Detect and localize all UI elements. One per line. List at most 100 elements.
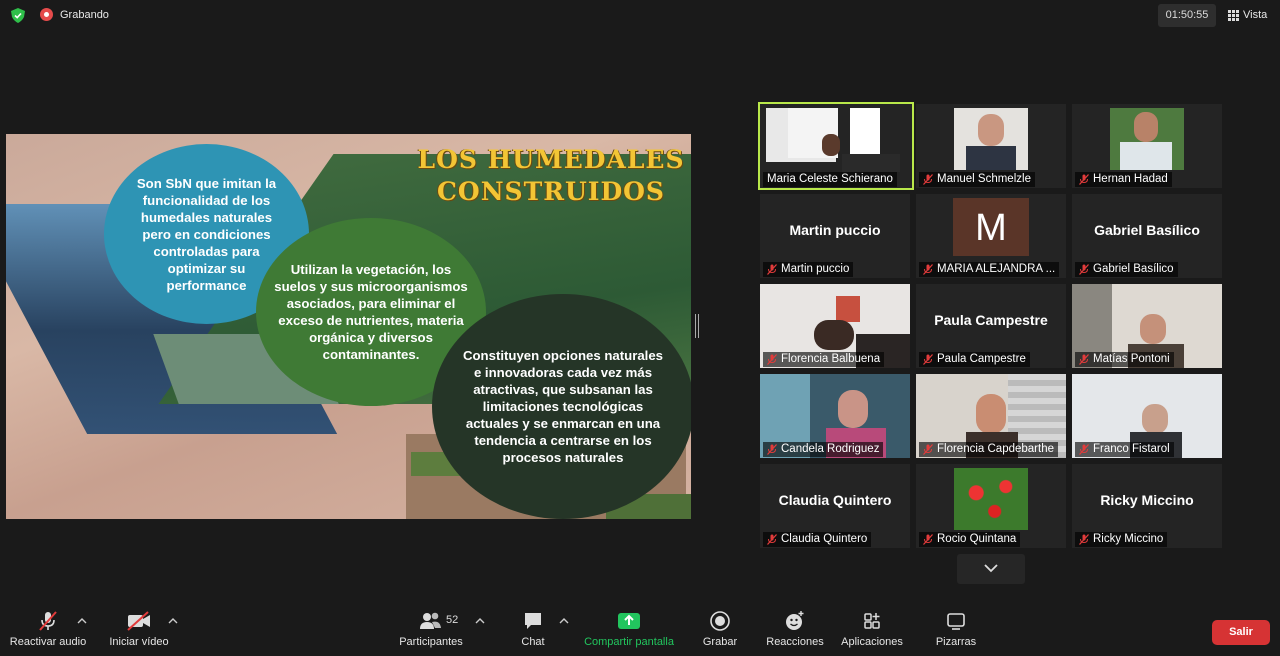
view-label: Vista [1243, 9, 1268, 21]
microphone-muted-icon [923, 174, 933, 185]
participant-name-label: Hernan Hadad [1075, 172, 1172, 187]
unmute-button[interactable]: Reactivar audio [8, 610, 88, 648]
participant-tile[interactable]: Franco Fistarol [1072, 374, 1222, 458]
microphone-muted-icon [923, 534, 933, 545]
participant-tile[interactable]: Gabriel Basílico Gabriel Basílico [1072, 194, 1222, 278]
participant-tile[interactable]: Martin puccio Martin puccio [760, 194, 910, 278]
participant-name-label: Manuel Schmelzle [919, 172, 1035, 187]
chevron-down-icon [984, 564, 998, 573]
participant-tile[interactable]: Claudia Quintero Claudia Quintero [760, 464, 910, 548]
reactions-button[interactable]: Reacciones [763, 610, 827, 648]
participant-name-label: Franco Fistarol [1075, 442, 1174, 457]
participant-name: MARIA ALEJANDRA ... [937, 263, 1056, 275]
chevron-up-icon[interactable] [475, 616, 485, 626]
record-button[interactable]: Grabar [698, 610, 742, 648]
slide-title-line2: CONSTRUIDOS [437, 177, 665, 206]
participant-display-name: Martin puccio [789, 222, 881, 238]
participant-tile[interactable]: Florencia Capdebarthe [916, 374, 1066, 458]
participant-display-name: Gabriel Basílico [1094, 222, 1200, 238]
shared-screen-slide: LOS HUMEDALES CONSTRUIDOS Son SbN que im… [6, 134, 691, 519]
chevron-up-icon[interactable] [77, 616, 87, 626]
participant-name-label: Florencia Capdebarthe [919, 442, 1058, 457]
whiteboards-label: Pizarras [935, 636, 977, 648]
participant-name: Florencia Balbuena [781, 353, 881, 365]
microphone-muted-icon [1079, 174, 1089, 185]
whiteboards-button[interactable]: Pizarras [930, 610, 982, 648]
record-label: Grabar [702, 636, 738, 648]
slide-circle-dark: Constituyen opciones naturales e innovad… [432, 294, 691, 519]
record-dot-icon [40, 8, 53, 21]
participant-tile[interactable]: Manuel Schmelzle [916, 104, 1066, 188]
participants-label: Participantes [399, 636, 463, 648]
participant-display-name: Paula Campestre [934, 312, 1048, 328]
apps-button[interactable]: Aplicaciones [838, 610, 906, 648]
apps-icon [864, 613, 880, 629]
participant-name-label: Ricky Miccino [1075, 532, 1168, 547]
recording-indicator[interactable]: Grabando [40, 8, 109, 21]
microphone-muted-icon [767, 264, 777, 275]
microphone-muted-icon [767, 534, 777, 545]
participant-name: Martin puccio [781, 263, 850, 275]
participant-tile[interactable]: Candela Rodriguez [760, 374, 910, 458]
participant-display-name: Ricky Miccino [1100, 492, 1194, 508]
camera-off-icon [127, 611, 150, 631]
participant-name-label: MARIA ALEJANDRA ... [919, 262, 1060, 277]
shield-icon[interactable] [11, 8, 25, 23]
record-icon [710, 611, 730, 631]
participant-tile[interactable]: Florencia Balbuena [760, 284, 910, 368]
chat-button[interactable]: Chat [508, 610, 558, 648]
participant-name: Rocio Quintana [937, 533, 1017, 545]
apps-label: Aplicaciones [841, 636, 903, 648]
share-screen-icon [618, 613, 640, 629]
participant-tile[interactable]: Maria Celeste Schierano [758, 102, 914, 190]
participant-display-name: Claudia Quintero [778, 492, 892, 508]
microphone-muted-icon [1079, 534, 1089, 545]
chevron-up-icon[interactable] [559, 616, 569, 626]
participant-name-label: Maria Celeste Schierano [763, 172, 897, 187]
participant-name: Candela Rodriguez [781, 443, 880, 455]
slide-circle-text: Constituyen opciones naturales e innovad… [462, 348, 664, 465]
participant-name-label: Claudia Quintero [763, 532, 872, 547]
microphone-muted-icon [923, 444, 933, 455]
participant-name: Matías Pontoni [1093, 353, 1170, 365]
participant-tile[interactable]: M MARIA ALEJANDRA ... [916, 194, 1066, 278]
participant-tile[interactable]: Rocio Quintana [916, 464, 1066, 548]
share-screen-label: Compartir pantalla [584, 636, 674, 648]
participant-tile[interactable]: Paula Campestre Paula Campestre [916, 284, 1066, 368]
chat-label: Chat [521, 636, 545, 648]
slide-circle-text: Utilizan la vegetación, los suelos y sus… [274, 262, 468, 362]
participant-name-label: Candela Rodriguez [763, 442, 884, 457]
chevron-up-icon[interactable] [168, 616, 178, 626]
participant-name-label: Gabriel Basílico [1075, 262, 1178, 277]
grid-view-icon [1228, 9, 1239, 21]
participant-tile[interactable]: Hernan Hadad [1072, 104, 1222, 188]
microphone-muted-icon [1079, 444, 1089, 455]
participants-count: 52 [446, 614, 459, 626]
reactions-label: Reacciones [766, 636, 824, 648]
gallery-expand-button[interactable] [957, 554, 1025, 584]
view-button[interactable]: Vista [1228, 9, 1267, 21]
microphone-muted-icon [39, 611, 57, 631]
participant-name: Florencia Capdebarthe [937, 443, 1054, 455]
leave-button[interactable]: Salir [1212, 620, 1270, 645]
microphone-muted-icon [1079, 354, 1089, 365]
microphone-muted-icon [767, 444, 777, 455]
slide-title-line1: LOS HUMEDALES [417, 145, 685, 174]
smiley-icon [786, 611, 804, 630]
participant-tile[interactable]: Ricky Miccino Ricky Miccino [1072, 464, 1222, 548]
microphone-muted-icon [767, 354, 777, 365]
participant-name: Paula Campestre [937, 353, 1026, 365]
slide-circle-text: Son SbN que imitan la funcionalidad de l… [136, 175, 277, 293]
participant-name-label: Matías Pontoni [1075, 352, 1174, 367]
participant-name: Gabriel Basílico [1093, 263, 1174, 275]
participant-name: Manuel Schmelzle [937, 173, 1031, 185]
participant-name-label: Martin puccio [763, 262, 854, 277]
start-video-button[interactable]: Iniciar vídeo [104, 610, 174, 648]
share-screen-button[interactable]: Compartir pantalla [580, 610, 678, 648]
avatar: M [953, 198, 1029, 256]
whiteboard-icon [947, 613, 965, 630]
participant-name: Hernan Hadad [1093, 173, 1168, 185]
participant-tile[interactable]: Matías Pontoni [1072, 284, 1222, 368]
microphone-muted-icon [923, 264, 933, 275]
splitter-handle[interactable] [695, 314, 699, 338]
